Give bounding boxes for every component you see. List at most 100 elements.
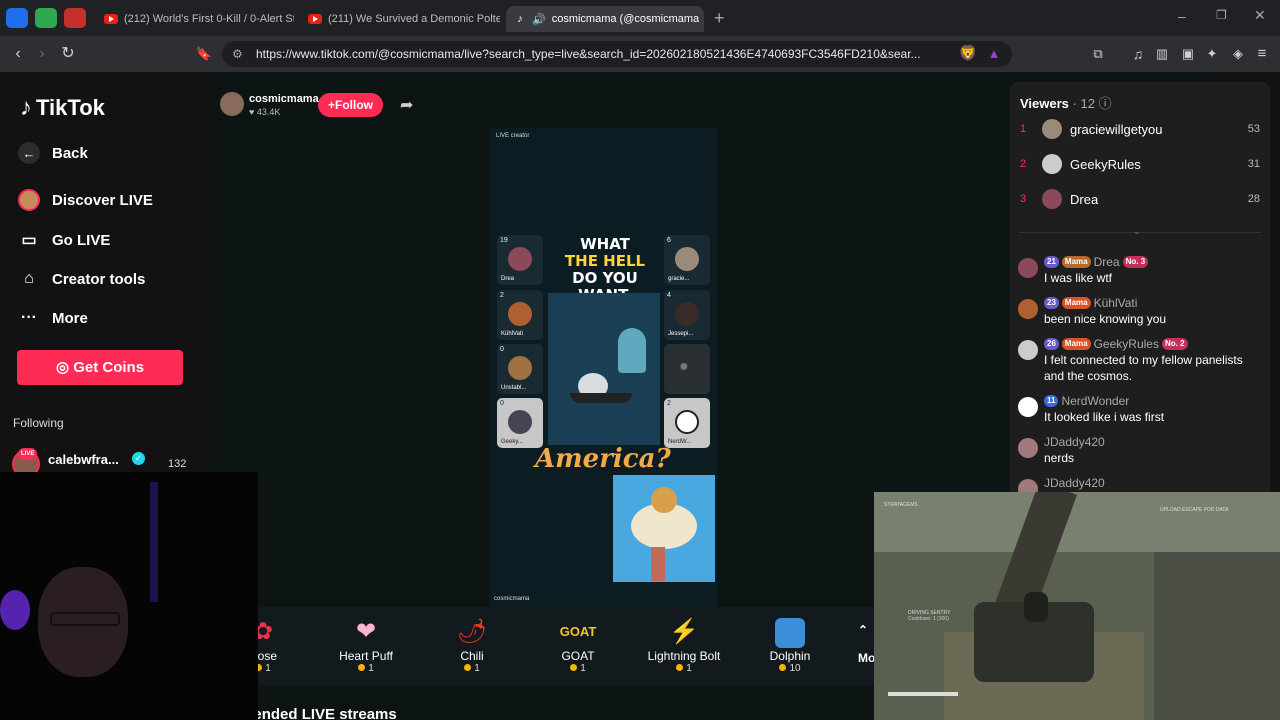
gift-lightning-bolt[interactable]: ⚡ Lightning Bolt 1 (639, 615, 729, 674)
minimize-icon[interactable]: – (1178, 8, 1186, 24)
guest-seat-kuhlvati[interactable]: 2 KühlVati (497, 290, 543, 340)
guest-seat-geeky[interactable]: 0 Geeky... (497, 398, 543, 448)
forward-arrow-icon[interactable]: › (32, 44, 52, 64)
address-bar[interactable]: ⚙ https://www.tiktok.com/@cosmicmama/liv… (222, 41, 1012, 67)
tiktok-icon: ♪ (517, 13, 523, 25)
coin-icon (570, 664, 578, 671)
sidebar-item-go-live[interactable]: ▭ Go LIVE (18, 229, 110, 251)
more-dots-icon: ··· (21, 309, 37, 326)
info-icon[interactable]: ⓘ (1099, 96, 1112, 111)
share-icon[interactable]: ➦ (400, 95, 413, 115)
top-viewer-1[interactable]: 1 graciewillgetyou 53 (1020, 117, 1260, 141)
center-scene (548, 293, 660, 445)
glasses (50, 612, 120, 626)
sidebar-item-creator-tools[interactable]: ⌂ Creator tools (18, 268, 145, 290)
follow-button[interactable]: +Follow (318, 93, 383, 117)
dolphin-icon (745, 615, 835, 649)
pinned-tab-3[interactable] (64, 8, 86, 28)
chat-message[interactable]: 23 Mama KühlVati been nice knowing you (1018, 295, 1264, 327)
back-button[interactable]: ← Back (18, 142, 88, 164)
top-viewer-2[interactable]: 2 GeekyRules 31 (1020, 152, 1260, 176)
brave-shield-icon[interactable]: 🦁 (958, 44, 978, 64)
guest-seat-unstabl[interactable]: 0 Unstabl... (497, 344, 543, 394)
host-likes: ♥ 43.4K (249, 107, 281, 117)
browser-toolbar: ‹ › ↻ 🔖 ⚙ https://www.tiktok.com/@cosmic… (0, 36, 1280, 72)
expand-chevron-icon[interactable]: ⌄ (1133, 226, 1141, 237)
screenshot-icon[interactable]: ⧉ (1088, 44, 1108, 64)
menu-icon[interactable]: ≡ (1252, 44, 1272, 64)
sidebar-item-discover-live[interactable]: Discover LIVE (18, 189, 153, 211)
youtube-icon (104, 14, 118, 24)
coin-icon (779, 664, 787, 671)
guest-seat-jessepi[interactable]: 4 Jessepi... (664, 290, 710, 340)
chat-message[interactable]: JDaddy420 nerds (1018, 434, 1264, 466)
tab-tiktok-active[interactable]: ♪ 🔊 cosmicmama (@cosmicmama ✕ (506, 6, 704, 32)
youtube-icon (308, 14, 322, 24)
discover-live-avatar-icon (18, 189, 40, 211)
get-coins-button[interactable]: ◎ Get Coins (17, 350, 183, 385)
pinned-tab-2[interactable] (35, 8, 57, 28)
gift-dolphin[interactable]: Dolphin 10 (745, 615, 835, 674)
live-creator-tag: LIVE creator (496, 133, 530, 139)
sidebar-toggle-icon[interactable]: ▥ (1152, 44, 1172, 64)
tab-youtube-2[interactable]: (211) We Survived a Demonic Polterg (300, 6, 500, 32)
following-name: calebwfra... (48, 452, 119, 467)
window-close-icon[interactable]: ✕ (1254, 7, 1266, 24)
ghost-cat-image (618, 328, 646, 373)
reload-icon[interactable]: ↻ (58, 44, 78, 64)
guest-seat-nerdw[interactable]: 2 NerdW... (664, 398, 710, 448)
avatar (1042, 119, 1062, 139)
team-badge: Mama (1061, 338, 1091, 350)
sidebar-item-more[interactable]: ··· More (18, 307, 88, 329)
chat-message[interactable]: JDaddy420 (1018, 475, 1264, 499)
new-tab-icon[interactable]: + (714, 8, 725, 29)
viewer-count: 132 (168, 458, 187, 470)
brave-rewards-icon[interactable]: ▲ (984, 44, 1004, 64)
browser-tab-strip: (212) World's First 0-Kill / 0-Alert Ste… (0, 0, 1280, 36)
goat-icon: GOAT (559, 624, 597, 639)
webcam-overlay (0, 472, 258, 720)
stream-watermark: cosmicmama (494, 596, 530, 602)
island-image (613, 475, 715, 582)
game-capture-overlay: STRATAGEMS UPLOAD ESCAPE POD DATA DRIVIN… (874, 492, 1280, 720)
music-icon[interactable]: ♫ (1128, 44, 1148, 64)
boat-image (570, 393, 632, 403)
tab-youtube-1[interactable]: (212) World's First 0-Kill / 0-Alert Ste (96, 6, 294, 32)
chat-message[interactable]: 21 Mama Drea No. 3 I was like wtf (1018, 254, 1264, 286)
back-arrow-icon[interactable]: ‹ (8, 44, 28, 64)
wallet-icon[interactable]: ▣ (1178, 44, 1198, 64)
live-video[interactable]: LIVE creator WHAT THE HELL DO YOU WANT, … (490, 128, 717, 607)
gift-chili[interactable]: 🌶 Chili 1 (427, 615, 517, 674)
host-avatar[interactable] (220, 92, 244, 116)
chat-message[interactable]: 26 Mama GeekyRules No. 2 I felt connected t… (1018, 336, 1264, 384)
guest-seat-drea[interactable]: 19 Drea (497, 235, 543, 285)
live-badge: LIVE (18, 448, 38, 460)
maximize-icon[interactable]: ❐ (1216, 8, 1227, 22)
guest-seat-gracie[interactable]: 6 gracie... (664, 235, 710, 285)
leo-ai-icon[interactable]: ✦ (1202, 44, 1222, 64)
creator-tools-icon: ⌂ (24, 270, 34, 287)
avatar (1018, 438, 1038, 458)
host-name[interactable]: cosmicmama (249, 93, 319, 105)
speaker-icon[interactable]: 🔊 (532, 13, 546, 26)
gift-heart-puff[interactable]: ❤ Heart Puff 1 (321, 615, 411, 674)
chat-message[interactable]: 11 NerdWonder It looked like i was first (1018, 393, 1264, 425)
vpn-icon[interactable]: ◈ (1228, 44, 1248, 64)
top-viewer-3[interactable]: 3 Drea 28 (1020, 187, 1260, 211)
level-badge: 11 (1044, 395, 1059, 407)
gift-goat[interactable]: GOAT GOAT 1 (533, 615, 623, 674)
camera-icon: ▭ (21, 232, 37, 249)
overlay-script-text: America? (535, 444, 671, 474)
pinned-tab-1[interactable] (6, 8, 28, 28)
bookmark-icon[interactable]: 🔖 (194, 44, 214, 64)
empty-seat[interactable]: ● (664, 344, 710, 394)
site-settings-icon[interactable]: ⚙ (232, 41, 243, 67)
avatar (1042, 154, 1062, 174)
tiktok-logo[interactable]: ♪ TikTok (20, 94, 105, 122)
level-badge: 21 (1044, 256, 1059, 268)
coin-icon (358, 664, 366, 671)
viewers-title: Viewers · 12 ⓘ (1020, 96, 1112, 111)
chili-icon: 🌶 (456, 618, 488, 645)
lightning-icon: ⚡ (669, 618, 699, 645)
hud-cooldown: Cooldown: 1 (300) (908, 616, 949, 622)
